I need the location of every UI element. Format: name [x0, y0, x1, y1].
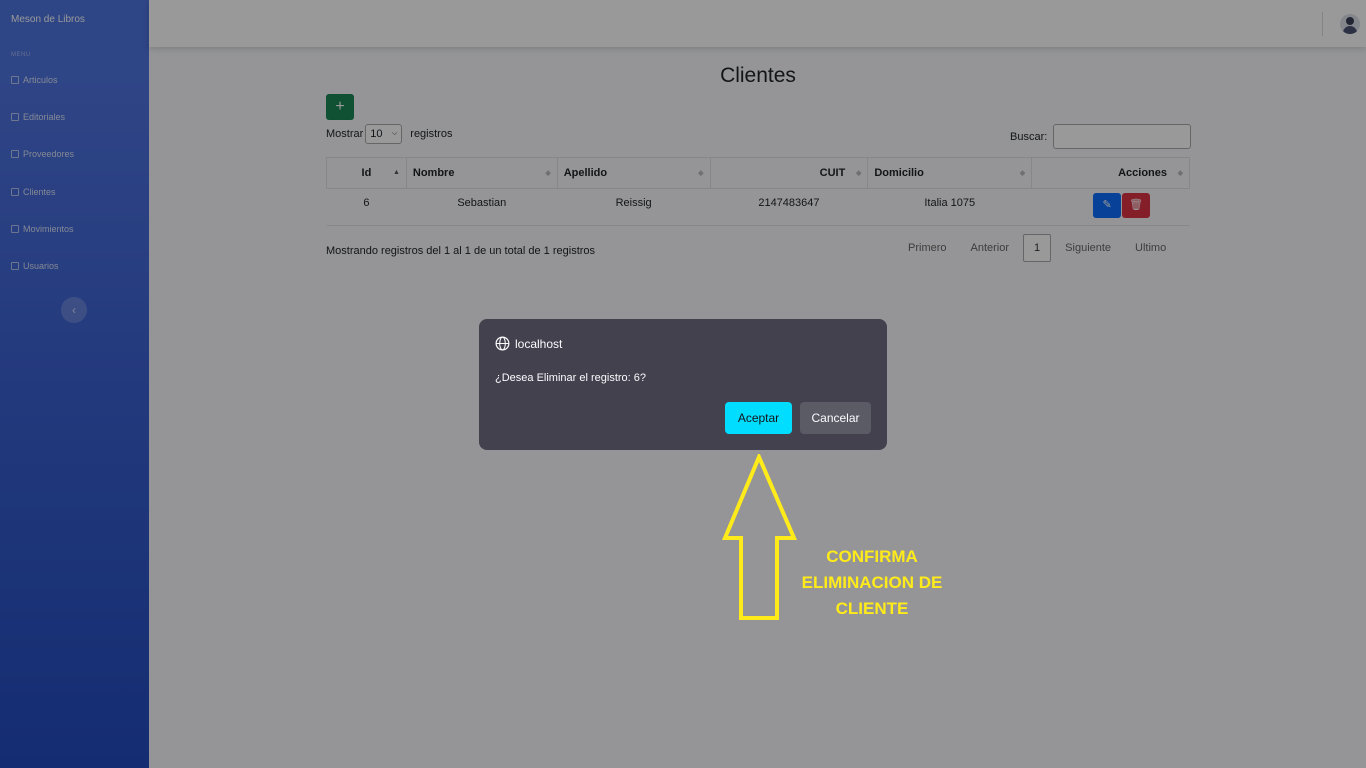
dialog-origin-label: localhost	[515, 336, 563, 351]
annotation-line: CLIENTE	[835, 599, 909, 618]
annotation-line: CONFIRMA	[826, 547, 918, 566]
accept-button[interactable]: Aceptar	[725, 402, 792, 434]
dialog-message: ¿Desea Eliminar el registro: 6?	[495, 372, 647, 384]
dialog-origin: localhost	[495, 336, 562, 351]
annotation-note: CONFIRMA ELIMINACION DE CLIENTE	[792, 544, 952, 622]
arrow-up-icon	[722, 454, 798, 620]
annotation-line: ELIMINACION DE	[801, 573, 943, 592]
cancel-button[interactable]: Cancelar	[800, 402, 871, 434]
confirm-dialog: localhost ¿Desea Eliminar el registro: 6…	[479, 319, 887, 450]
globe-icon	[495, 336, 510, 351]
